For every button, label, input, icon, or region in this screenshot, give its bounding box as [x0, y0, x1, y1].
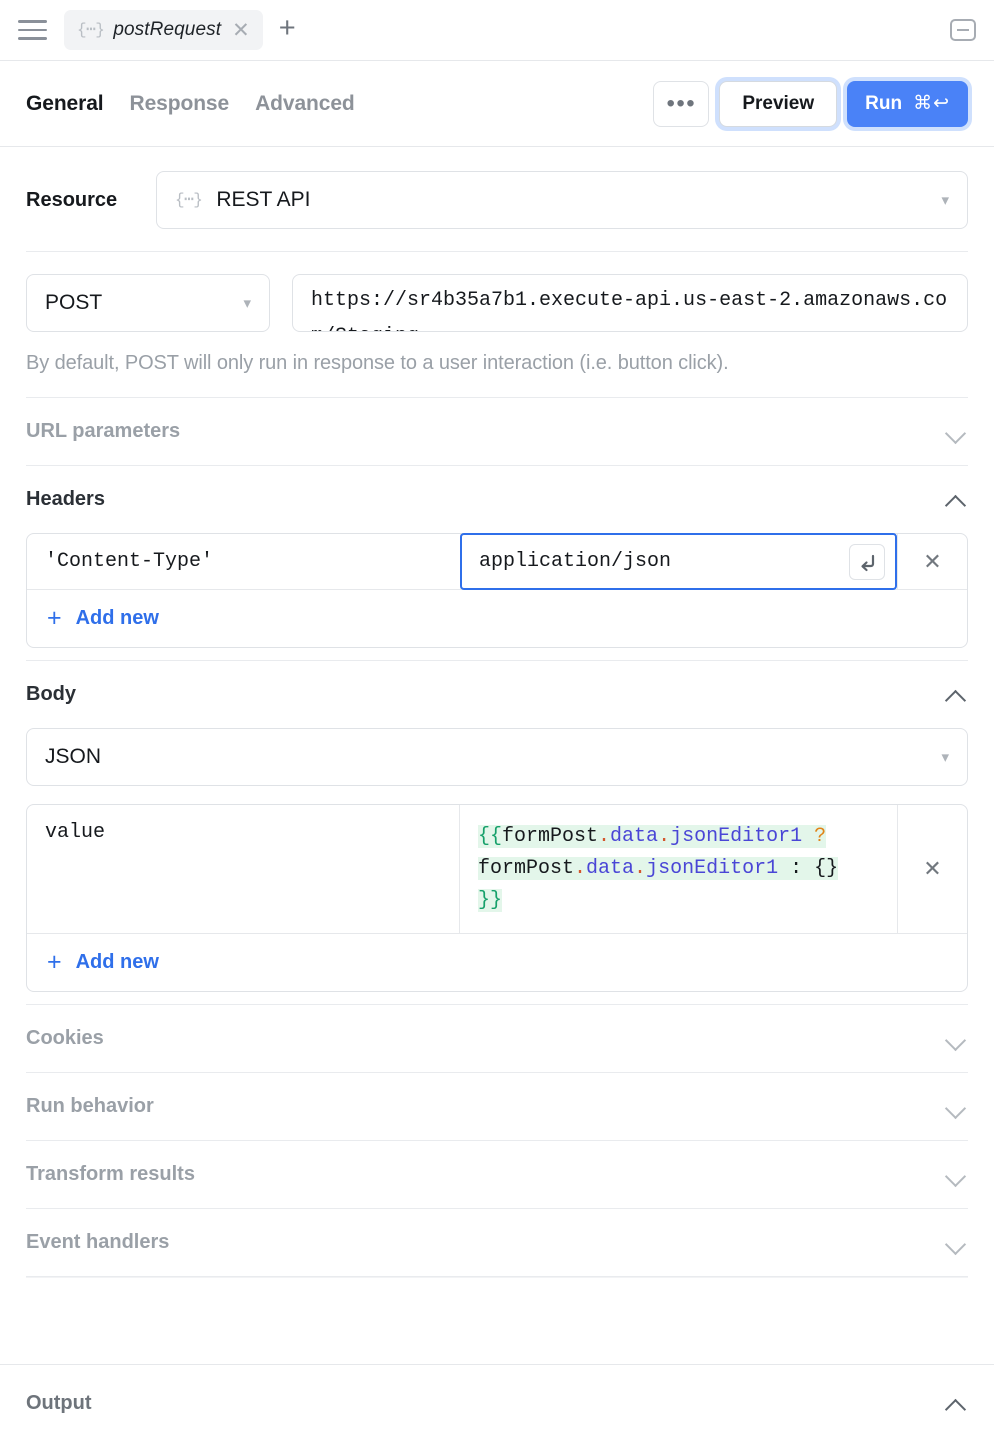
body-format-wrap: JSON ▾	[26, 728, 968, 804]
resource-value: REST API	[216, 188, 311, 211]
body-table: value {{formPost.data.jsonEditor1 ? formP…	[26, 804, 968, 992]
section-title: Body	[26, 683, 76, 705]
section-url-parameters[interactable]: URL parameters	[26, 398, 968, 465]
tab-response[interactable]: Response	[130, 92, 230, 116]
chevron-down-icon	[946, 1096, 968, 1118]
run-shortcut-hint: ⌘↩	[913, 93, 950, 114]
section-transform-results[interactable]: Transform results	[26, 1141, 968, 1208]
toolbar-actions: ••• Preview Run ⌘↩	[653, 80, 968, 127]
editor-toolbar: General Response Advanced ••• Preview Ru…	[0, 61, 994, 147]
section-headers: Headers 'Content-Type' application/json	[26, 466, 968, 660]
section-title: Transform results	[26, 1163, 195, 1185]
output-title: Output	[26, 1392, 92, 1414]
section-title: Cookies	[26, 1027, 104, 1049]
plus-icon: +	[47, 604, 62, 632]
resource-label: Resource	[26, 188, 118, 211]
method-url-row: POST ▾ https://sr4b35a7b1.execute-api.us…	[26, 252, 968, 332]
add-new-label: Add new	[75, 951, 159, 973]
plus-icon: +	[47, 948, 62, 976]
add-new-body-button[interactable]: + Add new	[27, 934, 967, 991]
http-method-select[interactable]: POST ▾	[26, 274, 270, 332]
delete-body-row-button[interactable]: ✕	[897, 805, 967, 933]
section-body-header[interactable]: Body	[26, 661, 968, 728]
section-title: URL parameters	[26, 420, 181, 442]
http-method-value: POST	[45, 291, 103, 314]
chevron-up-icon	[946, 489, 968, 511]
body-key-input[interactable]: value	[27, 805, 460, 933]
body-format-select[interactable]: JSON ▾	[26, 728, 968, 786]
url-input[interactable]: https://sr4b35a7b1.execute-api.us-east-2…	[292, 274, 968, 332]
delete-header-button[interactable]: ✕	[897, 534, 967, 589]
resource-select[interactable]: {⋯} REST API ▾	[156, 171, 968, 229]
chevron-down-icon: ▾	[941, 748, 949, 766]
chevron-down-icon	[946, 421, 968, 443]
table-row: value {{formPost.data.jsonEditor1 ? formP…	[27, 805, 967, 934]
close-icon[interactable]: ✕	[232, 20, 250, 41]
method-hint-text: By default, POST will only run in respon…	[26, 352, 729, 374]
resource-row: Resource {⋯} REST API ▾	[26, 147, 968, 251]
section-headers-header[interactable]: Headers	[26, 466, 968, 533]
tab-general[interactable]: General	[26, 92, 104, 116]
header-value-text: application/json	[479, 550, 672, 573]
request-editor-window: {⋯} postRequest ✕ + General Response Adv…	[0, 0, 994, 1442]
minimize-icon[interactable]	[950, 19, 976, 41]
editor-tabs: General Response Advanced	[26, 92, 355, 116]
hamburger-icon[interactable]	[18, 17, 48, 43]
braces-icon: {⋯}	[175, 190, 203, 209]
preview-button[interactable]: Preview	[719, 80, 838, 127]
chevron-down-icon	[946, 1164, 968, 1186]
expand-editor-icon[interactable]	[849, 543, 885, 580]
chevron-down-icon: ▾	[941, 191, 949, 209]
add-new-label: Add new	[75, 607, 159, 629]
body-format-value: JSON	[45, 745, 102, 768]
body-value-code: {{formPost.data.jsonEditor1 ? formPost.da…	[478, 825, 839, 912]
add-tab-button[interactable]: +	[279, 13, 296, 47]
add-new-header-button[interactable]: + Add new	[27, 590, 967, 647]
chevron-up-icon	[946, 1393, 968, 1415]
body-value-input[interactable]: {{formPost.data.jsonEditor1 ? formPost.da…	[460, 805, 897, 933]
chevron-down-icon: ▾	[243, 294, 251, 312]
section-title: Run behavior	[26, 1095, 154, 1117]
tab-advanced[interactable]: Advanced	[255, 92, 355, 116]
run-button-label: Run	[865, 92, 903, 114]
chevron-down-icon	[946, 1232, 968, 1254]
ellipsis-icon: •••	[666, 89, 697, 117]
section-cookies[interactable]: Cookies	[26, 1005, 968, 1072]
header-key-input[interactable]: 'Content-Type'	[27, 534, 461, 589]
headers-table: 'Content-Type' application/json ✕ + Add …	[26, 533, 968, 648]
section-title: Headers	[26, 488, 105, 510]
section-title: Event handlers	[26, 1231, 170, 1253]
chevron-down-icon	[946, 1028, 968, 1050]
header-value-input[interactable]: application/json	[460, 533, 897, 590]
section-body: Body JSON ▾ value {{formPost.data.jsonEd…	[26, 661, 968, 1004]
tab-bar: {⋯} postRequest ✕ +	[0, 0, 994, 61]
table-row: 'Content-Type' application/json ✕	[27, 533, 967, 590]
tab-label: postRequest	[113, 19, 222, 40]
more-options-button[interactable]: •••	[653, 80, 710, 127]
url-value: https://sr4b35a7b1.execute-api.us-east-2…	[311, 289, 948, 331]
chevron-up-icon	[946, 684, 968, 706]
section-run-behavior[interactable]: Run behavior	[26, 1073, 968, 1140]
request-settings-panel: Resource {⋯} REST API ▾ POST ▾ https://s…	[0, 147, 994, 1364]
panel-spacer	[26, 1277, 968, 1278]
tab-post-request[interactable]: {⋯} postRequest ✕	[64, 10, 263, 50]
section-output[interactable]: Output	[0, 1364, 994, 1442]
braces-icon: {⋯}	[77, 20, 105, 39]
run-button[interactable]: Run ⌘↩	[847, 80, 968, 127]
section-event-handlers[interactable]: Event handlers	[26, 1209, 968, 1276]
